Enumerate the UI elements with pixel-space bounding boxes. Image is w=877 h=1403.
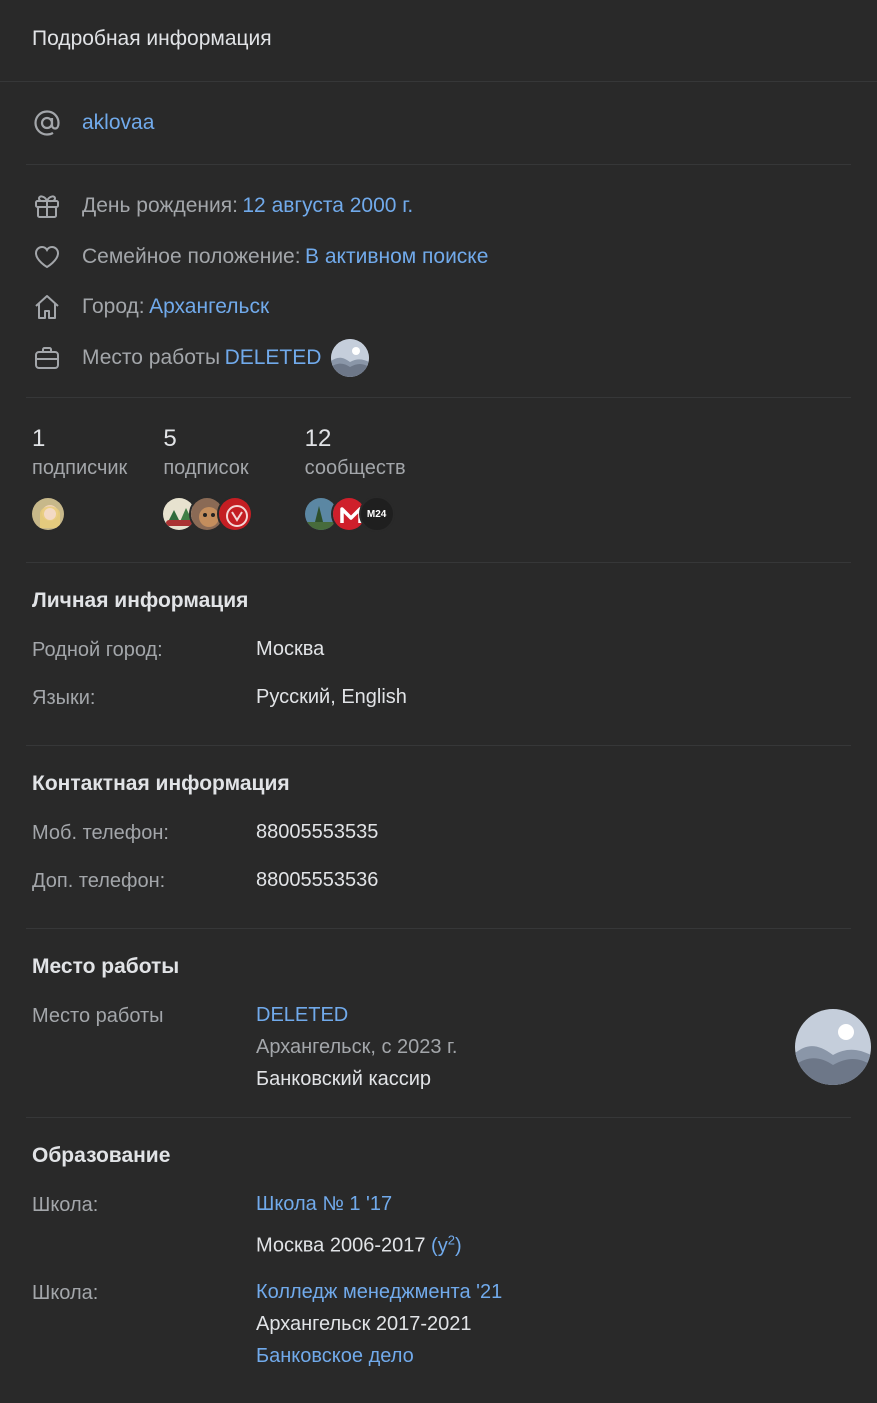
school-years-text: Москва 2006-2017 [256,1234,426,1257]
city-row: Город: Архангельск [32,282,845,333]
followers-avatars [30,496,127,532]
company-avatar[interactable] [795,1009,871,1085]
school-row: Школа: Колледж менеджмента '21 Архангель… [32,1270,845,1372]
basic-info: День рождения: 12 августа 2000 г. Семейн… [32,165,845,397]
briefcase-icon [32,343,62,373]
mobile-row: Моб. телефон: 88005553535 [32,810,845,858]
languages-row: Языки: Русский, English [32,675,845,723]
school-years: Москва 2006-2017 (у2) [256,1224,462,1262]
career-details: DELETED Архангельск, с 2023 г. Банковски… [256,987,457,1095]
page-title-text: Подробная информация [32,27,272,50]
school-row: Школа: Школа № 1 '17 Москва 2006-2017 (у… [32,1182,845,1262]
avatar[interactable] [30,496,66,532]
community-badge-text: M24 [366,508,387,520]
education-section: Образование Школа: Школа № 1 '17 Москва … [32,1118,845,1394]
languages-label: Языки: [32,687,96,709]
school-class-close: ) [454,1234,462,1257]
relationship-label: Семейное положение: [82,244,301,268]
birthday-label: День рождения: [82,194,238,218]
relationship-row: Семейное положение: В активном поиске [32,232,845,283]
hometown-value: Москва [256,638,325,660]
subscriptions-label: подписок [163,457,249,479]
city-link[interactable]: Архангельск [149,295,269,319]
followers-count: 1 [32,425,46,452]
communities-count: 12 [304,425,332,452]
at-icon [32,108,62,138]
hometown-row: Родной город: Москва [32,627,845,675]
relationship-link[interactable]: В активном поиске [305,245,488,269]
mobile-value: 88005553535 [256,821,379,843]
deleted-avatar-small[interactable] [331,338,370,377]
extra-phone-value: 88005553536 [256,869,379,891]
birthday-row: День рождения: 12 августа 2000 г. [32,181,845,232]
extra-phone-row: Доп. телефон: 88005553536 [32,858,845,906]
school-class-open: (у [431,1234,448,1257]
heart-icon [32,242,62,272]
followers-counter[interactable]: 1 подписчик [30,424,128,532]
communities-counter[interactable]: 12 сообществ M24 [302,424,406,532]
handle-link[interactable]: aklovaa [82,111,154,135]
subscriptions-count: 5 [163,425,177,452]
school-years: Архангельск 2017-2021 [256,1312,472,1335]
career-section: Место работы Место работы DELETED Арханг… [32,929,871,1117]
company-location: Архангельск, с 2023 г. [256,1036,458,1058]
personal-info-section: Личная информация Родной город: Москва Я… [32,563,845,745]
avatar[interactable]: M24 [358,496,395,532]
school-label: Школа: [32,1194,99,1216]
section-title: Контактная информация [32,772,290,795]
section-title: Место работы [32,955,180,978]
avatar[interactable] [217,496,254,532]
subscriptions-avatars [161,496,254,532]
counters: 1 подписчик 5 подписок 12 сообществ M24 [30,398,845,562]
extra-phone-label: Доп. телефон: [32,870,166,892]
birthday-link[interactable]: 12 августа 2000 г. [242,194,413,218]
profile-details: aklovaa День рождения: 12 августа 2000 г… [0,82,877,1394]
contacts-section: Контактная информация Моб. телефон: 8800… [32,746,845,928]
languages-value: Русский, English [256,686,407,708]
school-label: Школа: [32,1281,99,1304]
communities-label: сообществ [304,457,406,479]
school-class-sup: 2 [447,1232,455,1247]
school-link[interactable]: Школа № 1 '17 [256,1188,462,1220]
mobile-label: Моб. телефон: [32,822,169,844]
school-details: Колледж менеджмента '21 Архангельск 2017… [256,1264,502,1372]
communities-avatars: M24 [302,496,406,532]
city-label: Город: [82,295,145,319]
job-position: Банковский кассир [256,1068,432,1090]
school-details: Школа № 1 '17 Москва 2006-2017 (у2) [256,1176,462,1262]
followers-label: подписчик [32,457,128,479]
home-icon [32,292,62,322]
company-link[interactable]: DELETED [256,999,457,1031]
career-label: Место работы [32,1005,164,1027]
section-title: Личная информация [32,589,249,612]
page-title: Подробная информация [0,0,877,82]
gift-icon [32,191,62,221]
hometown-label: Родной город: [32,639,163,661]
work-label: Место работы [82,345,221,369]
work-row: Место работы DELETED [32,333,845,384]
handle-row: aklovaa [32,82,845,164]
subscriptions-counter[interactable]: 5 подписок [161,424,254,532]
specialty-link[interactable]: Банковское дело [256,1340,502,1372]
section-title: Образование [32,1144,171,1167]
career-row: Место работы DELETED Архангельск, с 2023… [32,993,845,1095]
work-link[interactable]: DELETED [225,346,322,370]
school-class-link[interactable]: (у2) [431,1232,462,1257]
school-link[interactable]: Колледж менеджмента '21 [256,1276,502,1308]
